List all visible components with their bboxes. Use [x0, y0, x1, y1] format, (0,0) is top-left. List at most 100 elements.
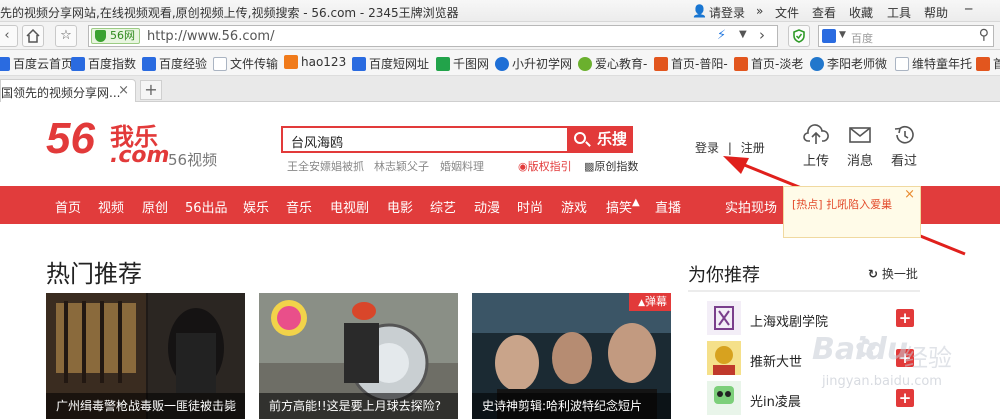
hot-keyword[interactable]: 王全安嫖娼被抓 — [287, 158, 364, 174]
bookmark-item[interactable]: 小升初学网 — [495, 55, 572, 72]
nav-onsite[interactable]: 实拍现场 — [725, 197, 777, 216]
bookmark-item[interactable]: 百度短网址 — [352, 55, 429, 72]
baidu-jingyan-watermark: Baidu ✿ 经验 jingyan.baidu.com — [812, 332, 962, 402]
menu-view[interactable]: 查看 — [812, 4, 836, 21]
bookmark-item[interactable]: 维特童年托 — [895, 55, 972, 72]
hao123-icon — [284, 55, 298, 69]
nav-funny[interactable]: 搞笑▲ — [606, 197, 640, 216]
video-caption[interactable]: 前方高能!!这是要上月球去探险? — [259, 393, 458, 419]
video-thumbnail[interactable]: 广州缉毒警枪战毒贩一匪徒被击毙 — [46, 293, 245, 419]
menu-file[interactable]: 文件 — [775, 4, 799, 21]
bookmark-icon — [654, 56, 668, 71]
bookmark-item[interactable]: hao123 — [284, 55, 346, 69]
more-chevron-icon[interactable]: » — [756, 4, 763, 18]
original-index-link[interactable]: ▩原创指数 — [584, 158, 638, 174]
user-icon[interactable]: 👤 — [692, 4, 707, 18]
fire-icon: ▲ — [632, 197, 640, 208]
nav-tv-series[interactable]: 电视剧 — [330, 197, 369, 216]
nav-fashion[interactable]: 时尚 — [517, 197, 543, 216]
upload-icon — [796, 124, 836, 150]
search-icon[interactable]: ⚲ — [979, 27, 989, 43]
browser-search-box[interactable]: ▼ 百度 ⚲ — [818, 25, 994, 47]
nav-video[interactable]: 视频 — [98, 197, 124, 216]
popup-close-icon[interactable]: × — [904, 187, 915, 202]
popup-text[interactable]: [热点] 扎吼陷入爱巢 — [792, 196, 892, 212]
nav-variety[interactable]: 综艺 — [430, 197, 456, 216]
bookmark-item[interactable]: 文件传输 — [213, 55, 278, 72]
site-security-badge[interactable]: 56网 — [91, 28, 140, 44]
bookmark-item[interactable]: 首页-普阳- — [654, 55, 728, 72]
bookmark-icon — [71, 56, 85, 71]
login-link[interactable]: 请登录 — [709, 4, 745, 21]
nav-music[interactable]: 音乐 — [286, 197, 312, 216]
fire-icon: ▲ — [638, 298, 645, 308]
chart-icon: ▩ — [584, 160, 595, 173]
search-input[interactable]: 台风海鸥 — [291, 132, 343, 151]
nav-movie[interactable]: 电影 — [387, 197, 413, 216]
baidu-paw-icon — [822, 29, 836, 43]
nav-56-produced[interactable]: 56出品 — [185, 197, 228, 216]
search-button[interactable]: 乐搜 — [567, 126, 633, 153]
watermark-suffix: 经验 — [904, 344, 952, 372]
active-tab[interactable]: 国领先的视频分享网... × — [0, 79, 136, 102]
video-caption[interactable]: 史诗神剪辑:哈利波特纪念短片 — [472, 393, 671, 419]
nav-entertainment[interactable]: 娱乐 — [243, 197, 269, 216]
divider — [688, 290, 920, 292]
hot-keyword[interactable]: 林志颖父子 — [374, 158, 429, 174]
lightning-icon[interactable]: ⚡ — [717, 28, 726, 43]
go-arrow-icon[interactable]: › — [759, 26, 765, 44]
new-tab-button[interactable]: + — [140, 80, 162, 100]
engine-dropdown-icon[interactable]: ▼ — [839, 30, 846, 40]
star-icon[interactable]: ☆ — [55, 25, 77, 47]
recommend-name[interactable]: 光in凌晨 — [750, 391, 801, 410]
video-thumbnail[interactable]: 史诗神剪辑:哈利波特纪念短片 ▲弹幕 — [472, 293, 671, 419]
site-logo[interactable]: 56 我乐 .com 56视频 — [46, 114, 226, 170]
bookmark-item[interactable]: 爱心教育- — [578, 55, 647, 72]
refresh-button[interactable]: ↻ 换一批 — [868, 265, 918, 282]
address-bar[interactable]: 56网 http://www.56.com/ ⚡ ▼ › — [88, 25, 778, 47]
recommend-name[interactable]: 推新大世 — [750, 351, 802, 370]
mail-icon — [840, 124, 880, 150]
avatar — [707, 341, 741, 375]
menu-tools[interactable]: 工具 — [887, 4, 911, 21]
menu-help[interactable]: 帮助 — [924, 4, 948, 21]
window-title: 先的视频分享网站,在线视频观看,原创视频上传,视频搜索 - 56.com - 2… — [0, 6, 459, 20]
address-url[interactable]: http://www.56.com/ — [147, 29, 274, 44]
nav-games[interactable]: 游戏 — [561, 197, 587, 216]
hot-news-popup[interactable]: [热点] 扎吼陷入爱巢 × — [783, 186, 921, 238]
tab-strip: 国领先的视频分享网... × + — [0, 76, 1000, 102]
nav-live[interactable]: 直播 — [655, 197, 681, 216]
chat-bubble-icon: ◉ — [518, 160, 528, 173]
minimize-icon[interactable]: ─ — [965, 2, 972, 16]
site-search: 台风海鸥 乐搜 — [281, 126, 633, 153]
bookmark-item[interactable]: 李阳老师微 — [810, 55, 887, 72]
menu-favorites[interactable]: 收藏 — [849, 4, 873, 21]
back-button[interactable]: ‹ — [0, 25, 18, 47]
bookmark-item[interactable]: 首 — [976, 55, 1000, 72]
bookmark-item[interactable]: 千图网 — [436, 55, 489, 72]
bookmark-item[interactable]: 百度经验 — [142, 55, 207, 72]
search-icon — [574, 132, 586, 144]
bookmark-item[interactable]: 首页-淡老 — [734, 55, 803, 72]
tab-close-icon[interactable]: × — [118, 83, 129, 98]
history-icon — [884, 124, 924, 150]
follow-plus-icon[interactable]: + — [896, 309, 914, 327]
dropdown-icon[interactable]: ▼ — [739, 29, 747, 40]
nav-anime[interactable]: 动漫 — [474, 197, 500, 216]
logo-56: 56 — [46, 114, 95, 163]
copyright-link[interactable]: ◉版权指引 — [518, 158, 572, 174]
watermark-domain: jingyan.baidu.com — [822, 374, 942, 389]
video-thumbnail[interactable]: 前方高能!!这是要上月球去探险? — [259, 293, 458, 419]
hot-section-title: 热门推荐 — [46, 260, 142, 288]
nav-home[interactable]: 首页 — [55, 197, 81, 216]
bookmark-icon — [810, 56, 824, 71]
nav-original[interactable]: 原创 — [142, 197, 168, 216]
home-icon[interactable] — [22, 25, 44, 47]
video-caption[interactable]: 广州缉毒警枪战毒贩一匪徒被击毙 — [46, 393, 245, 419]
bookmark-item[interactable]: 百度云首页 — [0, 55, 73, 72]
security-shield-icon[interactable] — [788, 25, 810, 47]
recommend-name[interactable]: 上海戏剧学院 — [750, 311, 828, 330]
file-icon — [213, 56, 227, 71]
hot-keyword[interactable]: 婚姻料理 — [440, 158, 484, 174]
bookmark-item[interactable]: 百度指数 — [71, 55, 136, 72]
